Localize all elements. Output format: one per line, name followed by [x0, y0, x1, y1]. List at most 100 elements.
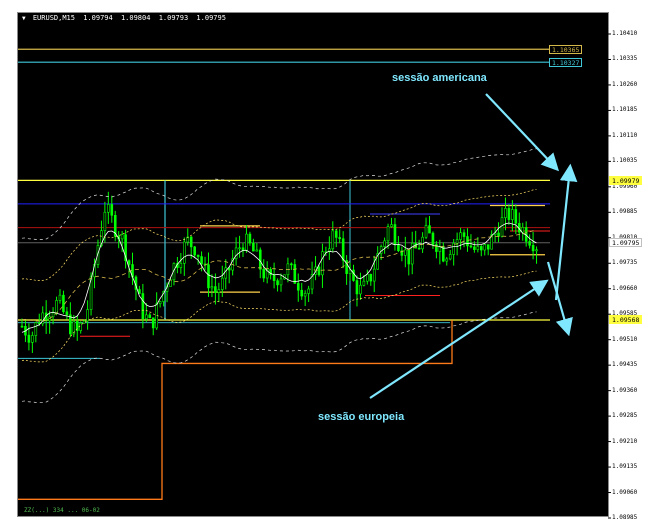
candle-body [348, 269, 352, 274]
candle-body [417, 247, 421, 250]
candle-body [504, 208, 507, 218]
axis-tick-label: 1.09060 [612, 488, 638, 496]
band-inner-line [21, 270, 537, 363]
candle-body [366, 274, 369, 282]
candle-body [424, 225, 428, 238]
candle-body [386, 226, 390, 242]
candle-body [511, 209, 514, 220]
axis-tick-label: 1.10260 [612, 80, 638, 88]
annotation-europeia: sessão europeia [318, 411, 405, 423]
annotation-arrow [485, 93, 560, 172]
candle-body [262, 268, 266, 279]
candle-body [355, 280, 359, 295]
candle-body [469, 245, 473, 248]
candle-body [58, 294, 62, 301]
axis-tick-label: 1.10035 [612, 157, 638, 165]
candle-body [331, 230, 335, 250]
price-tag: 1.09795 [609, 238, 643, 248]
candle-body [431, 232, 435, 245]
candle-body [103, 211, 107, 232]
candle-body [455, 239, 459, 244]
candle-body [442, 246, 445, 262]
price-tag: 1.10365 [549, 44, 583, 54]
ma-slow-line [21, 230, 537, 322]
symbol-label: EURUSD,M15 [32, 14, 75, 22]
axis-tick-label: 1.09360 [612, 386, 638, 394]
candle-body [507, 208, 511, 220]
candle-body [272, 274, 276, 281]
candle-body [390, 224, 393, 227]
axis-tick-label: 1.10185 [612, 106, 638, 114]
candle-body [258, 249, 262, 270]
candle-body [193, 246, 196, 256]
candle-body [383, 240, 386, 247]
candle-body [234, 247, 238, 260]
axis-tick-label: 1.09885 [612, 208, 638, 216]
candle-body [448, 254, 452, 260]
candle-body [369, 274, 373, 282]
low-value: 1.09793 [158, 14, 189, 22]
candle-body [300, 289, 304, 297]
candle-body [217, 289, 221, 293]
candle-body [65, 311, 69, 316]
candle-body [459, 232, 462, 240]
candle-body [55, 300, 58, 314]
candle-body [245, 233, 248, 251]
candle-body [428, 225, 431, 234]
candle-body [293, 264, 297, 284]
axis-tick-label: 1.10110 [612, 131, 638, 139]
candle-body [341, 238, 345, 261]
candle-body [110, 204, 114, 216]
open-value: 1.09794 [83, 14, 113, 22]
candle-body [479, 246, 483, 251]
candle-body [334, 230, 338, 238]
candle-body [338, 237, 342, 240]
price-tag: 1.09979 [609, 175, 643, 185]
candle-body [393, 224, 397, 245]
candle-body [145, 314, 148, 320]
chevron-down-icon[interactable]: ▼ [22, 15, 26, 22]
candle-body [148, 314, 152, 319]
axis-tick-label: 1.09510 [612, 335, 638, 343]
price-chart[interactable] [0, 0, 648, 525]
axis-tick-label: 1.09660 [612, 284, 638, 292]
candle-body [483, 244, 487, 251]
price-tag: 1.09568 [609, 315, 643, 325]
axis-tick-label: 1.09135 [612, 463, 638, 471]
candle-body [207, 264, 210, 289]
candle-body [27, 334, 31, 343]
candle-body [407, 249, 411, 265]
axis-tick-label: 1.09735 [612, 259, 638, 267]
price-tag: 1.10327 [549, 57, 583, 67]
candle-body [158, 301, 162, 305]
annotation-arrow [369, 279, 549, 399]
band-outer-line [21, 148, 537, 240]
candle-body [51, 312, 55, 318]
candle-body [210, 286, 214, 289]
candle-body [290, 263, 293, 266]
candle-body [141, 293, 145, 320]
candle-body [276, 280, 279, 286]
candle-body [404, 249, 407, 256]
annotation-americana: sessão americana [392, 72, 487, 84]
candle-body [476, 246, 480, 250]
candle-body [296, 283, 300, 291]
candle-body [500, 217, 504, 237]
candle-body [317, 266, 321, 276]
indicator-label: ZZ(...) 334 ... 06-02 [24, 507, 100, 514]
candle-body [462, 232, 466, 237]
axis-tick-label: 1.08985 [612, 514, 638, 521]
annotation-arrow [554, 163, 578, 301]
candle-body [445, 258, 449, 262]
candle-body [248, 233, 252, 244]
candle-body [34, 322, 38, 336]
candle-body [372, 268, 376, 282]
candle-body [307, 288, 310, 294]
candle-body [120, 234, 124, 240]
candle-body [531, 244, 535, 252]
candle-body [279, 278, 283, 286]
candle-body [514, 209, 518, 224]
candle-body [466, 236, 469, 247]
candle-body [303, 293, 307, 297]
high-value: 1.09804 [120, 14, 151, 22]
